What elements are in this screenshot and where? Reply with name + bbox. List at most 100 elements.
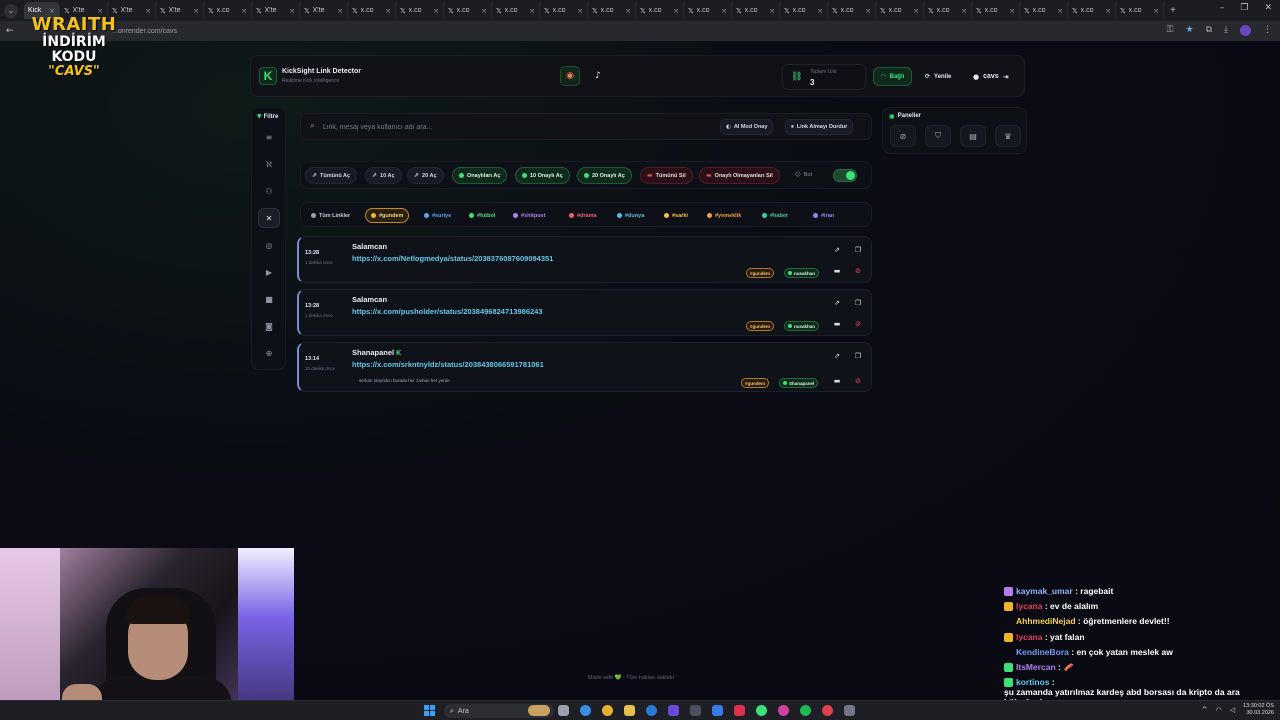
- tag-filter-7[interactable]: #sarki: [659, 208, 693, 223]
- open-10-button[interactable]: ⇗ 10 Aç: [365, 167, 402, 184]
- bookmark-star-icon[interactable]: ★: [1186, 25, 1194, 36]
- edge-icon[interactable]: [580, 705, 591, 716]
- browser-tab[interactable]: 𝕏x.co ×: [348, 2, 396, 19]
- close-tab-icon[interactable]: ×: [625, 7, 631, 15]
- browser-tab[interactable]: 𝕏x.co ×: [1020, 2, 1068, 19]
- open-20-approved-button[interactable]: 20 Onaylı Aç: [577, 167, 632, 184]
- link-url[interactable]: https://x.com/pusholder/status/203849682…: [352, 307, 543, 316]
- ban-user-icon[interactable]: ⊘: [853, 376, 863, 386]
- browser-tab[interactable]: 𝕏 X'te ×: [252, 2, 300, 19]
- close-tab-icon[interactable]: ×: [481, 7, 487, 15]
- connected-button[interactable]: ◠ Bağlı: [873, 67, 913, 86]
- file-explorer-icon[interactable]: [624, 705, 635, 716]
- close-tab-icon[interactable]: ×: [673, 7, 679, 15]
- search-input[interactable]: [323, 120, 703, 134]
- copy-link-icon[interactable]: ❐: [853, 245, 863, 255]
- browser-tab[interactable]: 𝕏x.co ×: [492, 2, 540, 19]
- browser-tab[interactable]: 𝕏x.co ×: [1116, 2, 1164, 19]
- filter-camera-icon[interactable]: ◙: [258, 316, 280, 336]
- panel-shield-icon[interactable]: ⛉: [925, 125, 951, 147]
- open-link-icon[interactable]: ⇗: [832, 245, 842, 255]
- tag-filter-5[interactable]: #drama: [564, 208, 602, 223]
- network-icon[interactable]: ◠: [1216, 706, 1222, 714]
- tag-filter-2[interactable]: #suriye: [419, 208, 456, 223]
- delete-link-icon[interactable]: ▬: [832, 266, 842, 276]
- close-tab-icon[interactable]: ×: [913, 7, 919, 15]
- app-icon[interactable]: [778, 705, 789, 716]
- refresh-button[interactable]: ⟳ Yenile: [918, 67, 958, 86]
- taskbar-widget-icon[interactable]: [528, 705, 550, 716]
- stop-links-button[interactable]: ⏸ Link Almayı Durdur: [785, 119, 854, 135]
- close-tab-icon[interactable]: ×: [865, 7, 871, 15]
- filter-all-icon[interactable]: ≡: [258, 127, 280, 147]
- maximize-icon[interactable]: ❐: [1240, 3, 1248, 13]
- spotify-icon[interactable]: [800, 705, 811, 716]
- browser-menu-icon[interactable]: ⋮: [1263, 25, 1272, 36]
- browser-tab[interactable]: 𝕏x.co ×: [780, 2, 828, 19]
- chrome-icon[interactable]: [602, 705, 613, 716]
- open-link-icon[interactable]: ⇗: [832, 351, 842, 361]
- tag-filter-8[interactable]: #yemeklik: [702, 208, 746, 223]
- close-tab-icon[interactable]: ×: [1105, 7, 1111, 15]
- browser-tab[interactable]: 𝕏x.co ×: [396, 2, 444, 19]
- open-all-button[interactable]: ⇗ Tümünü Aç: [305, 167, 358, 184]
- ai-mod-approve-button[interactable]: ◐ AI Mod Onay: [720, 119, 774, 135]
- filter-instagram-icon[interactable]: ◎: [258, 235, 280, 255]
- tag-filter-6[interactable]: #dunya: [612, 208, 649, 223]
- start-menu-icon[interactable]: [424, 705, 435, 716]
- theme-avatar-icon[interactable]: ◉: [560, 66, 580, 86]
- close-tab-icon[interactable]: ×: [769, 7, 775, 15]
- close-tab-icon[interactable]: ×: [577, 7, 583, 15]
- delete-link-icon[interactable]: ▬: [832, 376, 842, 386]
- tag-filter-1[interactable]: #gundem: [365, 208, 410, 223]
- ban-user-icon[interactable]: ⊘: [853, 266, 863, 276]
- browser-tab[interactable]: 𝕏x.co ×: [540, 2, 588, 19]
- browser-tab[interactable]: 𝕏x.co ×: [204, 2, 252, 19]
- link-url[interactable]: https://x.com/srkntnyldz/status/20384380…: [352, 360, 544, 369]
- extensions-icon[interactable]: ⧉: [1206, 25, 1212, 36]
- close-tab-icon[interactable]: ×: [433, 7, 439, 15]
- close-tab-icon[interactable]: ×: [1009, 7, 1015, 15]
- minimize-icon[interactable]: –: [1220, 3, 1225, 13]
- close-tab-icon[interactable]: ×: [241, 7, 247, 15]
- close-tab-icon[interactable]: ×: [721, 7, 727, 15]
- close-tab-icon[interactable]: ×: [385, 7, 391, 15]
- app-icon[interactable]: [690, 705, 701, 716]
- password-key-icon[interactable]: ⚿: [1167, 25, 1174, 36]
- browser-tab[interactable]: 𝕏x.co ×: [684, 2, 732, 19]
- close-tab-icon[interactable]: ×: [193, 7, 199, 15]
- tray-chevron-icon[interactable]: ^: [1202, 706, 1208, 714]
- open-link-icon[interactable]: ⇗: [832, 298, 842, 308]
- browser-tab[interactable]: 𝕏x.co ×: [444, 2, 492, 19]
- close-tab-icon[interactable]: ×: [961, 7, 967, 15]
- browser-tab[interactable]: 𝕏x.co ×: [1068, 2, 1116, 19]
- app-icon[interactable]: [646, 705, 657, 716]
- ban-user-icon[interactable]: ⊘: [853, 319, 863, 329]
- browser-tab[interactable]: 𝕏 X'te ×: [156, 2, 204, 19]
- app-icon[interactable]: [844, 705, 855, 716]
- close-tab-icon[interactable]: ×: [1153, 7, 1159, 15]
- filter-youtube-icon[interactable]: ▶: [258, 262, 280, 282]
- tag-filter-4[interactable]: #shitpost: [508, 208, 550, 223]
- filter-video-icon[interactable]: ■: [258, 289, 280, 309]
- close-window-icon[interactable]: ✕: [1264, 3, 1272, 13]
- logout-icon[interactable]: ⇥: [1003, 73, 1009, 81]
- delete-all-button[interactable]: ▬ Tümünü Sil: [640, 167, 693, 184]
- filter-globe-icon[interactable]: ⊕: [258, 343, 280, 363]
- open-10-approved-button[interactable]: 10 Onaylı Aç: [515, 167, 570, 184]
- profile-avatar[interactable]: [1240, 25, 1251, 36]
- app-icon[interactable]: [822, 705, 833, 716]
- tab-search-icon[interactable]: ⌄: [4, 3, 18, 18]
- copy-link-icon[interactable]: ❐: [853, 351, 863, 361]
- volume-icon[interactable]: ◁: [1230, 706, 1235, 714]
- delete-unapproved-button[interactable]: ▬ Onaylı Olmayanları Sil: [699, 167, 780, 184]
- browser-tab[interactable]: 𝕏x.co ×: [924, 2, 972, 19]
- copy-link-icon[interactable]: ❐: [853, 298, 863, 308]
- bot-toggle[interactable]: [833, 169, 857, 182]
- back-icon[interactable]: ←: [6, 26, 22, 36]
- close-tab-icon[interactable]: ×: [337, 7, 343, 15]
- app-icon[interactable]: [712, 705, 723, 716]
- browser-tab[interactable]: 𝕏x.co ×: [972, 2, 1020, 19]
- task-view-icon[interactable]: [558, 705, 569, 716]
- close-tab-icon[interactable]: ×: [817, 7, 823, 15]
